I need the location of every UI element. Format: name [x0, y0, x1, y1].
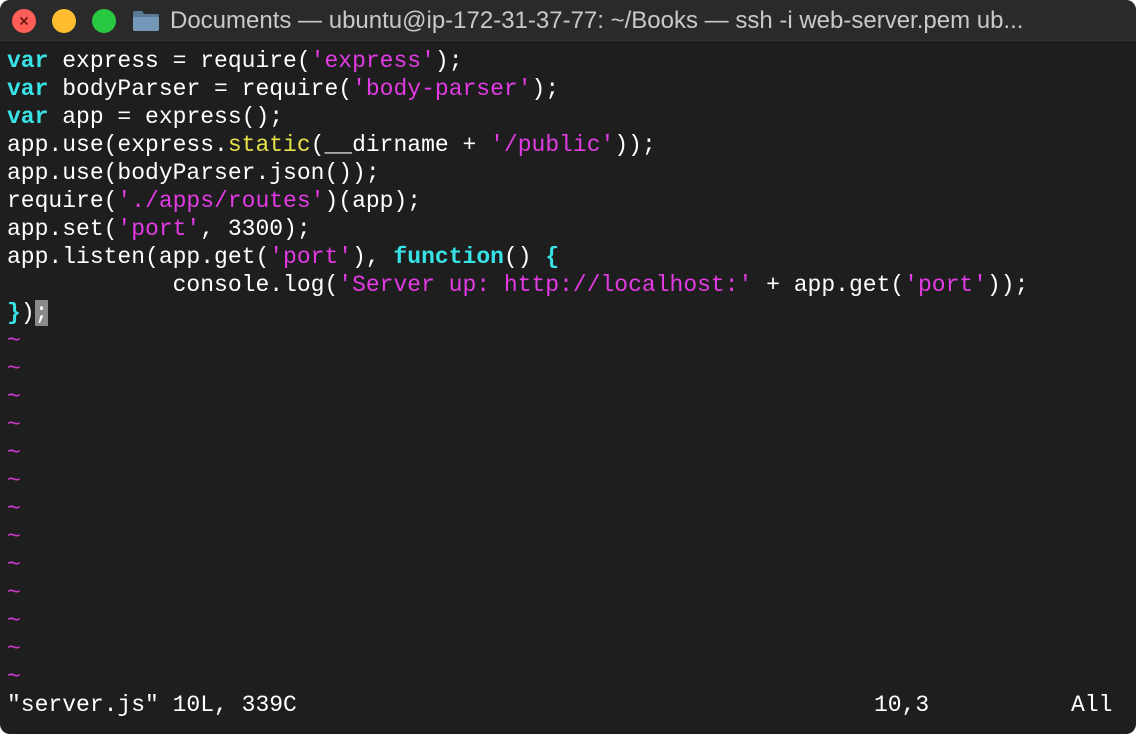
code-line: var express = require('express'); [7, 47, 463, 75]
empty-line-marker: ~ [7, 496, 21, 522]
code-line: }); [7, 299, 49, 327]
string-literal: 'express' [310, 48, 435, 74]
terminal-window: Documents — ubuntu@ip-172-31-37-77: ~/Bo… [0, 0, 1136, 734]
code-text: , 3300); [200, 216, 311, 242]
keyword: var [7, 104, 49, 130]
code-text: require( [7, 188, 118, 214]
zoom-button[interactable] [92, 9, 116, 33]
code-text: ), [352, 244, 394, 270]
title-bar[interactable]: Documents — ubuntu@ip-172-31-37-77: ~/Bo… [0, 0, 1136, 43]
folder-icon [133, 11, 159, 31]
code-line: var bodyParser = require('body-parser'); [7, 75, 559, 103]
code-text: app.use(express. [7, 132, 228, 158]
code-text: app.listen(app.get( [7, 244, 270, 270]
empty-line-marker: ~ [7, 524, 21, 550]
empty-line-marker: ~ [7, 636, 21, 662]
code-text: ); [531, 76, 560, 102]
empty-line-marker: ~ [7, 552, 21, 578]
string-literal: 'port' [904, 272, 987, 298]
keyword: function [393, 244, 504, 270]
code-text: )(app); [324, 188, 422, 214]
keyword: var [7, 48, 49, 74]
close-button[interactable] [12, 9, 36, 33]
code-line: app.use(bodyParser.json()); [7, 159, 380, 187]
empty-line-marker: ~ [7, 468, 21, 494]
status-file-info: "server.js" 10L, 339C [7, 692, 297, 718]
vim-editor[interactable]: var express = require('express'); var bo… [0, 43, 1136, 734]
empty-line-marker: ~ [7, 412, 21, 438]
code-text: )); [614, 132, 656, 158]
brace: } [7, 300, 21, 326]
empty-line-marker: ~ [7, 384, 21, 410]
string-literal: 'body-parser' [352, 76, 532, 102]
code-line: require('./apps/routes')(app); [7, 187, 421, 215]
code-line: var app = express(); [7, 103, 283, 131]
empty-line-marker: ~ [7, 440, 21, 466]
empty-line-marker: ~ [7, 356, 21, 382]
code-text: app.set( [7, 216, 118, 242]
code-line: app.set('port', 3300); [7, 215, 311, 243]
string-literal: '/public' [490, 132, 615, 158]
code-line: app.use(express.static(__dirname + '/pub… [7, 131, 656, 159]
code-line: console.log('Server up: http://localhost… [7, 271, 1029, 299]
minimize-button[interactable] [52, 9, 76, 33]
code-text: app = express(); [48, 104, 284, 130]
code-text: bodyParser = require( [48, 76, 353, 102]
window-title: Documents — ubuntu@ip-172-31-37-77: ~/Bo… [170, 7, 1024, 34]
code-text: express = require( [48, 48, 311, 74]
code-text: app.use(bodyParser.json()); [7, 160, 380, 186]
empty-line-marker: ~ [7, 328, 21, 354]
code-text: (__dirname + [310, 132, 491, 158]
code-text: + app.get( [752, 272, 905, 298]
code-text: () [503, 244, 546, 270]
code-text: ); [434, 48, 463, 74]
text-cursor: ; [34, 300, 49, 326]
empty-line-marker: ~ [7, 580, 21, 606]
keyword: var [7, 76, 49, 102]
string-literal: 'port' [269, 244, 353, 270]
status-scroll-position: All [1071, 692, 1113, 718]
code-line: app.listen(app.get('port'), function() { [7, 243, 559, 271]
empty-line-marker: ~ [7, 664, 21, 690]
string-literal: 'Server up: http://localhost:' [338, 272, 753, 298]
code-text: )); [987, 272, 1029, 298]
string-literal: 'port' [117, 216, 201, 242]
code-text: console.log( [7, 272, 339, 298]
string-literal: './apps/routes' [117, 188, 325, 214]
code-text: ) [20, 300, 35, 326]
brace: { [545, 244, 560, 270]
empty-line-marker: ~ [7, 608, 21, 634]
builtin-identifier: static [227, 132, 311, 158]
status-cursor-position: 10,3 [874, 692, 930, 718]
